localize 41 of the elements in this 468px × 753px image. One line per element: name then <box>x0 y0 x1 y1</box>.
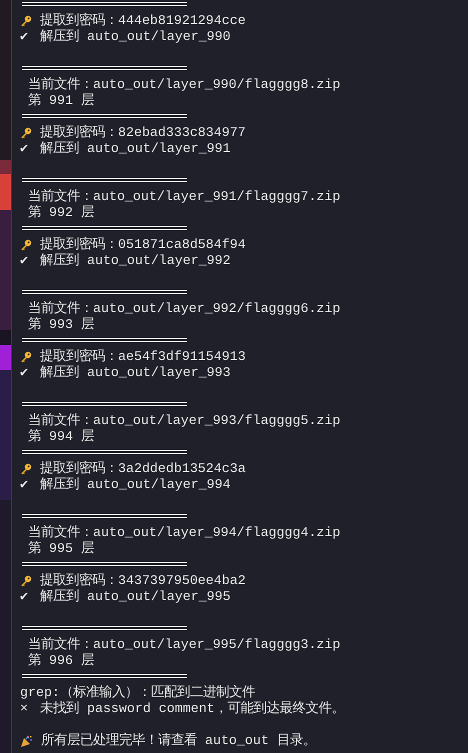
output-line: 提取到密码：051871ca8d584f94 <box>40 237 246 253</box>
output-line: 解压到 auto_out/layer_990 <box>40 29 231 45</box>
status-symbol: ✔ <box>20 253 30 269</box>
output-line: 解压到 auto_out/layer_994 <box>40 477 231 493</box>
key-icon <box>20 351 32 363</box>
output-line: 第 992 层 <box>28 205 94 221</box>
status-symbol: ✔ <box>20 477 30 493</box>
key-icon <box>20 15 32 27</box>
status-symbol: ✔ <box>20 365 30 381</box>
output-line: 当前文件：auto_out/layer_993/flagggg5.zip <box>28 413 340 429</box>
output-line: grep:（标准输入）：匹配到二进制文件 <box>20 685 255 700</box>
party-popper-icon <box>20 734 33 748</box>
output-line: 第 995 层 <box>28 541 94 557</box>
key-icon <box>20 575 32 587</box>
output-line: 提取到密码：444eb81921294cce <box>40 13 246 29</box>
output-line: 所有层已处理完毕！请查看 auto_out 目录。 <box>41 733 316 749</box>
output-line: 解压到 auto_out/layer_991 <box>40 141 231 157</box>
output-line: 第 993 层 <box>28 317 94 333</box>
output-line: 第 994 层 <box>28 429 94 445</box>
output-line: 解压到 auto_out/layer_995 <box>40 589 231 605</box>
status-symbol: ✔ <box>20 141 30 157</box>
output-line: 提取到密码：3a2ddedb13524c3a <box>40 461 246 477</box>
output-line: 未找到 password comment，可能到达最终文件。 <box>40 701 345 717</box>
output-line: 解压到 auto_out/layer_992 <box>40 253 231 269</box>
output-line: 第 996 层 <box>28 653 94 669</box>
output-line: 当前文件：auto_out/layer_991/flagggg7.zip <box>28 189 340 205</box>
output-line: 第 991 层 <box>28 93 94 109</box>
output-line: 提取到密码：ae54f3df91154913 <box>40 349 246 365</box>
key-icon <box>20 239 32 251</box>
output-line: 当前文件：auto_out/layer_990/flagggg8.zip <box>28 77 340 93</box>
key-icon <box>20 463 32 475</box>
output-line: 解压到 auto_out/layer_993 <box>40 365 231 381</box>
status-symbol: ✔ <box>20 29 30 45</box>
output-line: 提取到密码：3437397950ee4ba2 <box>40 573 246 589</box>
status-symbol: ✔ <box>20 589 30 605</box>
output-line: 当前文件：auto_out/layer_994/flagggg4.zip <box>28 525 340 541</box>
output-line: 当前文件：auto_out/layer_995/flagggg3.zip <box>28 637 340 653</box>
output-line: 当前文件：auto_out/layer_992/flagggg6.zip <box>28 301 340 317</box>
output-line: 提取到密码：82ebad333c834977 <box>40 125 246 141</box>
status-symbol: × <box>20 701 29 717</box>
key-icon <box>20 127 32 139</box>
